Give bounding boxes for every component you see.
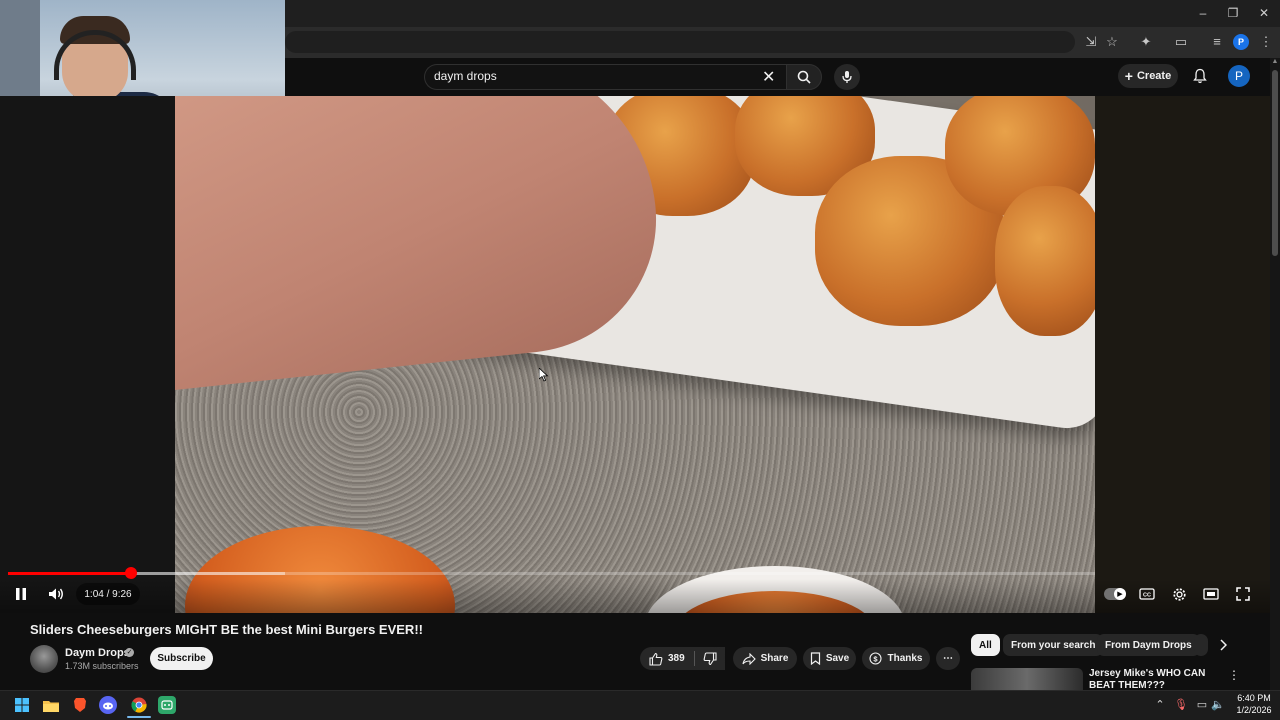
minimize-button[interactable]: – xyxy=(1188,4,1218,22)
install-app-icon[interactable]: ⇲ xyxy=(1082,34,1100,50)
media-control-icon[interactable]: ≡ xyxy=(1208,34,1226,50)
mic-icon xyxy=(842,71,852,83)
chip-partial[interactable] xyxy=(1194,634,1208,656)
chip-all[interactable]: All xyxy=(971,634,1000,656)
subscribe-button[interactable]: Subscribe xyxy=(150,647,213,670)
file-explorer-icon[interactable] xyxy=(41,695,61,715)
create-label: Create xyxy=(1136,70,1172,82)
discord-icon[interactable] xyxy=(99,696,117,714)
like-dislike-divider xyxy=(694,651,695,666)
extensions-icon[interactable]: ✦ xyxy=(1137,34,1155,50)
svg-text:CC: CC xyxy=(1143,593,1151,599)
share-button[interactable]: Share xyxy=(733,647,797,670)
microphone-in-use-icon[interactable]: 🎙 xyxy=(1173,697,1189,713)
svg-text:$: $ xyxy=(874,654,879,663)
game-bar-icon[interactable] xyxy=(158,696,176,714)
video-letterbox-right xyxy=(1095,96,1280,613)
chip-from-daym-drops[interactable]: From Daym Drops xyxy=(1097,634,1200,656)
video-letterbox-left xyxy=(0,96,175,613)
bookmark-star-icon[interactable]: ☆ xyxy=(1103,34,1121,50)
account-avatar[interactable]: P xyxy=(1228,65,1250,87)
dislike-button[interactable] xyxy=(695,647,725,670)
video-nugget xyxy=(995,186,1095,336)
start-button-icon[interactable] xyxy=(12,695,32,715)
network-icon[interactable]: ▭ xyxy=(1194,697,1210,713)
thumbs-down-icon xyxy=(703,651,717,665)
player-controls-bar xyxy=(0,579,1280,613)
channel-avatar[interactable] xyxy=(30,645,58,673)
browser-profile-icon[interactable]: P xyxy=(1233,34,1249,50)
more-actions-button[interactable]: ⋯ xyxy=(936,647,960,670)
brave-browser-icon[interactable] xyxy=(70,695,90,715)
clear-search-icon[interactable]: ✕ xyxy=(762,67,775,87)
theater-mode-button[interactable] xyxy=(1199,584,1223,604)
chevron-right-icon[interactable] xyxy=(1214,636,1232,654)
video-title: Sliders Cheeseburgers MIGHT BE the best … xyxy=(30,622,423,637)
windows-taskbar xyxy=(0,690,1280,720)
subscriber-count: 1.73M subscribers xyxy=(65,661,139,671)
progress-played xyxy=(8,572,131,575)
close-window-button[interactable]: ✕ xyxy=(1249,4,1279,22)
autoplay-toggle[interactable]: ▶ xyxy=(1104,588,1126,600)
search-button[interactable] xyxy=(786,64,822,90)
restore-button[interactable]: ❐ xyxy=(1218,4,1248,22)
taskbar-date[interactable]: 1/2/2026 xyxy=(1232,705,1276,715)
share-label: Share xyxy=(760,653,789,664)
recommendation-title[interactable]: Jersey Mike's WHO CAN BEAT THEM??? xyxy=(1089,668,1219,690)
gear-icon xyxy=(1172,587,1186,601)
channel-name[interactable]: Daym Drops xyxy=(65,647,130,659)
save-label: Save xyxy=(825,653,850,664)
captions-button[interactable]: CC xyxy=(1135,584,1159,604)
voice-search-button[interactable] xyxy=(834,64,860,90)
fullscreen-icon xyxy=(1236,587,1250,601)
cc-icon: CC xyxy=(1139,588,1155,600)
theater-icon xyxy=(1203,588,1219,600)
progress-scrubber[interactable] xyxy=(125,567,137,579)
recommendation-thumbnail[interactable] xyxy=(971,668,1083,690)
thumbs-up-icon xyxy=(649,652,663,666)
pause-button[interactable] xyxy=(9,584,33,604)
taskbar-time[interactable]: 6:40 PM xyxy=(1232,693,1276,703)
search-query-text: daym drops xyxy=(434,69,497,83)
share-icon xyxy=(742,652,756,665)
volume-button[interactable] xyxy=(44,584,68,604)
browser-menu-icon[interactable]: ⋮ xyxy=(1257,34,1275,50)
mouse-cursor-icon xyxy=(539,368,549,382)
search-icon xyxy=(797,70,811,84)
verified-badge-icon: ✓ xyxy=(125,648,134,657)
thanks-button[interactable]: $ Thanks xyxy=(862,647,930,670)
scroll-up-icon[interactable]: ▲ xyxy=(1270,58,1280,68)
chrome-icon[interactable] xyxy=(129,695,149,715)
pause-icon xyxy=(16,588,26,600)
thanks-label: Thanks xyxy=(887,653,923,664)
settings-button[interactable] xyxy=(1167,584,1191,604)
autoplay-knob: ▶ xyxy=(1114,588,1126,600)
address-bar[interactable] xyxy=(285,31,1075,53)
chip-from-your-search[interactable]: From your search xyxy=(1003,634,1104,656)
like-count: 389 xyxy=(668,653,685,664)
fullscreen-button[interactable] xyxy=(1231,584,1255,604)
tray-overflow-chevron-icon[interactable]: ⌃ xyxy=(1152,697,1168,713)
notifications-button[interactable] xyxy=(1190,66,1210,86)
bell-icon xyxy=(1193,68,1207,84)
time-display: 1:04 / 9:26 xyxy=(76,583,140,605)
volume-icon xyxy=(49,588,63,600)
scrollbar-thumb[interactable] xyxy=(1272,70,1278,256)
save-button[interactable]: Save xyxy=(803,647,856,670)
recommendation-menu-icon[interactable]: ⋮ xyxy=(1228,668,1240,684)
video-player[interactable] xyxy=(175,96,1095,613)
bookmark-icon xyxy=(810,652,820,665)
split-view-icon[interactable]: ▭ xyxy=(1172,34,1190,50)
thanks-icon: $ xyxy=(869,652,883,665)
create-button[interactable]: + Create xyxy=(1118,64,1178,88)
active-app-indicator xyxy=(127,716,151,718)
plus-icon: + xyxy=(1124,68,1133,84)
speaker-icon[interactable]: 🔈 xyxy=(1210,697,1226,713)
